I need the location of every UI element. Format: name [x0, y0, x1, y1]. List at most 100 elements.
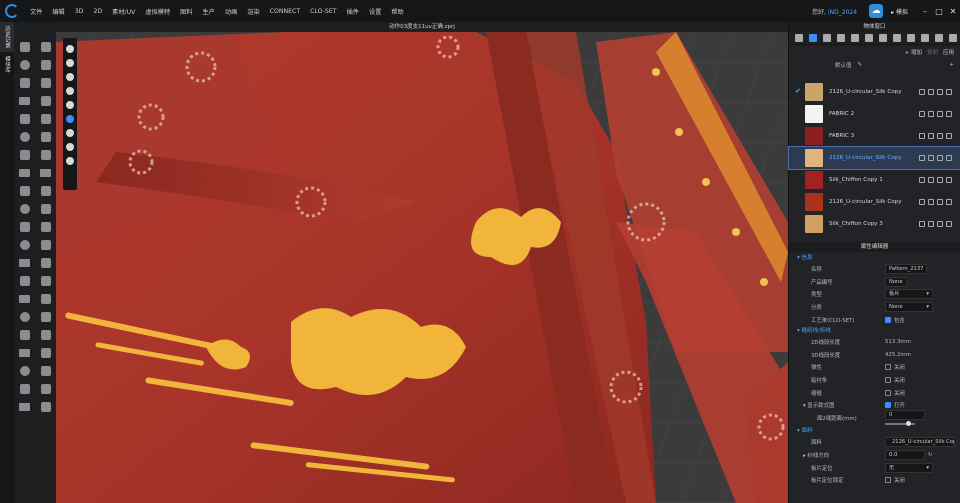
avatar-display-icon[interactable] [66, 101, 74, 109]
apply-icon[interactable] [928, 199, 934, 205]
delete-icon[interactable] [937, 177, 943, 183]
edit-texture-icon[interactable] [40, 258, 51, 268]
arrow-icon[interactable] [40, 114, 51, 124]
avatar-display-icon[interactable] [66, 143, 74, 151]
mark-icon[interactable] [19, 384, 30, 394]
steam-icon[interactable] [19, 132, 30, 142]
elastic-checkbox[interactable] [885, 364, 891, 371]
menu-render[interactable]: 渲染 [242, 7, 264, 16]
menu-clo-set[interactable]: CLO-SET [305, 8, 341, 15]
garment-display-icon[interactable] [66, 59, 74, 67]
close-icon[interactable]: ✕ [946, 7, 960, 16]
fabric-item[interactable]: 2126_U-circular_Silk Copy [789, 191, 960, 213]
delete-icon[interactable] [937, 199, 943, 205]
delete-icon[interactable] [937, 155, 943, 161]
save-icon[interactable] [946, 199, 952, 205]
tab-history[interactable]: 历史记录 [0, 22, 14, 52]
circle-tab-icon[interactable] [851, 34, 859, 42]
tape-checkbox[interactable] [885, 377, 891, 384]
brush-icon[interactable] [19, 78, 30, 88]
cloud-icon[interactable]: ☁ [869, 4, 884, 18]
list-icon[interactable] [795, 34, 803, 42]
arrow-icon[interactable] [40, 384, 51, 394]
fabric-item[interactable]: Silk_Chiffon Copy 1 [789, 169, 960, 191]
display-checkbox[interactable] [885, 402, 891, 409]
tag-icon[interactable] [19, 295, 30, 303]
garment-display-icon[interactable] [66, 73, 74, 81]
save-icon[interactable] [946, 111, 952, 117]
lock-checkbox[interactable] [885, 477, 891, 484]
minimize-icon[interactable]: – [918, 7, 932, 16]
add-icon[interactable]: + [949, 62, 954, 68]
apply-icon[interactable] [928, 221, 934, 227]
menu-material-uv[interactable]: 素材/UV [107, 7, 140, 16]
layer-icon[interactable] [40, 294, 51, 304]
shirt-icon[interactable] [40, 169, 51, 177]
apply-icon[interactable] [928, 133, 934, 139]
copy-icon[interactable] [919, 221, 925, 227]
section-fabric[interactable]: ▾ 面料 [789, 426, 960, 436]
position-dropdown[interactable]: 无 ▾ [885, 462, 933, 473]
maximize-icon[interactable]: □ [932, 7, 946, 16]
rotate-icon[interactable] [40, 222, 51, 232]
more-tab-icon[interactable] [949, 34, 957, 42]
apply-icon[interactable] [928, 111, 934, 117]
menu-animation[interactable]: 动画 [220, 7, 242, 16]
menu-plugins[interactable]: 插件 [342, 7, 364, 16]
arrow-icon[interactable] [40, 330, 51, 340]
avatar-icon[interactable] [19, 312, 30, 322]
brush-display-icon[interactable] [66, 129, 74, 137]
copy-icon[interactable] [919, 177, 925, 183]
menu-edit[interactable]: 编辑 [47, 7, 69, 16]
measure-icon[interactable] [19, 114, 30, 124]
spacing-slider[interactable] [885, 421, 915, 427]
fabric-item[interactable]: FABRIC 2 [789, 103, 960, 125]
button-tab-icon[interactable] [823, 34, 831, 42]
delete-icon[interactable] [937, 221, 943, 227]
gizmo-icon[interactable] [40, 96, 51, 106]
add-fabric-button[interactable]: + 增加 [905, 48, 922, 56]
delete-icon[interactable] [937, 111, 943, 117]
arrow-tab-icon[interactable] [893, 34, 901, 42]
arrow-icon[interactable] [40, 78, 51, 88]
avatar-display-icon[interactable] [66, 45, 74, 53]
menu-connect[interactable]: CONNECT [265, 8, 305, 15]
trim-icon[interactable] [19, 240, 30, 250]
pin-icon[interactable] [40, 42, 51, 52]
section-info[interactable]: ▾ 信息 [789, 253, 960, 263]
graphic-icon[interactable] [19, 276, 30, 286]
name-input[interactable]: Pattern_2137 [885, 264, 928, 275]
texture-icon[interactable] [19, 259, 30, 267]
apply-icon[interactable] [928, 89, 934, 95]
shirt-icon[interactable] [19, 97, 30, 105]
shirt-icon[interactable] [19, 169, 30, 177]
edge-tab-icon[interactable] [879, 34, 887, 42]
delete-icon[interactable] [937, 133, 943, 139]
texture-display-icon[interactable] [66, 87, 74, 95]
line-tab-icon[interactable] [865, 34, 873, 42]
simulation-button[interactable]: ▸ 模拟 [891, 7, 908, 16]
grain-input[interactable]: 0.0 [885, 450, 925, 461]
edit-icon[interactable]: ✎ [858, 62, 863, 68]
camera-display-icon[interactable] [66, 157, 74, 165]
copy-icon[interactable] [919, 155, 925, 161]
shirring-checkbox[interactable] [885, 389, 891, 396]
apply-icon[interactable] [928, 177, 934, 183]
menu-settings[interactable]: 设置 [364, 7, 386, 16]
user-name[interactable]: iND_2024 [828, 9, 857, 16]
arrow-icon[interactable] [40, 348, 51, 358]
delete-icon[interactable] [937, 89, 943, 95]
render-display-icon[interactable] [66, 115, 74, 123]
copy-icon[interactable] [919, 199, 925, 205]
save-icon[interactable] [946, 221, 952, 227]
menu-production[interactable]: 生产 [198, 7, 220, 16]
fold-icon[interactable] [19, 60, 30, 70]
hanger-icon[interactable] [40, 402, 51, 412]
camera-tab-icon[interactable] [921, 34, 929, 42]
seam-icon[interactable] [19, 150, 30, 160]
copy-icon[interactable] [919, 89, 925, 95]
sew-icon[interactable] [40, 186, 51, 196]
save-icon[interactable] [946, 177, 952, 183]
copy-icon[interactable] [919, 133, 925, 139]
button-icon[interactable] [19, 204, 30, 214]
